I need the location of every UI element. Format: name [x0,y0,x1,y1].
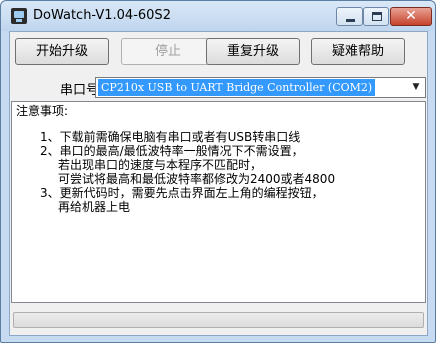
start-upgrade-button[interactable]: 开始升级 [15,38,109,65]
note-line: 若出现串口的速度与本程序不匹配时， [58,158,263,172]
main-window: DoWatch-V1.04-60S2 ✕ 开始升级 停止 重复升级 疑难帮助 串… [0,0,436,343]
minimize-icon [346,19,355,22]
maximize-button[interactable] [363,7,389,26]
note-line: 1、下载前需确保电脑有串口或者有USB转串口线 [40,130,301,144]
progress-bar [13,312,424,328]
port-select[interactable]: CP210x USB to UART Bridge Controller (CO… [95,77,426,98]
notes-title: 注意事项: [16,104,69,118]
note-line: 可尝试将最高和最低波特率都修改为2400或者4800 [58,172,336,186]
minimize-button[interactable] [336,7,363,26]
app-icon[interactable] [11,8,27,24]
maximize-icon [372,12,382,21]
note-line: 再给机器上电 [58,200,131,214]
retry-upgrade-button[interactable]: 重复升级 [206,38,300,65]
window-title: DoWatch-V1.04-60S2 [33,8,171,23]
notes-panel[interactable]: 注意事项: 1、下载前需确保电脑有串口或者有USB转串口线 2、串口的最高/最低… [11,101,426,303]
port-label: 串口号 [60,83,100,98]
client-area: 开始升级 停止 重复升级 疑难帮助 串口号 CP210x USB to UART… [9,31,428,336]
note-line: 2、串口的最高/最低波特率一般情况下不需设置， [40,144,304,158]
title-bar[interactable]: DoWatch-V1.04-60S2 ✕ [1,1,435,31]
chevron-down-icon[interactable]: ▼ [407,78,425,97]
close-button[interactable]: ✕ [390,7,432,26]
stop-button[interactable]: 停止 [121,38,215,65]
close-icon: ✕ [405,8,417,24]
help-button[interactable]: 疑难帮助 [311,38,405,65]
note-line: 3、更新代码时，需要先点击界面左上角的编程按钮， [40,186,324,200]
port-selected-value: CP210x USB to UART Bridge Controller (CO… [98,79,376,96]
